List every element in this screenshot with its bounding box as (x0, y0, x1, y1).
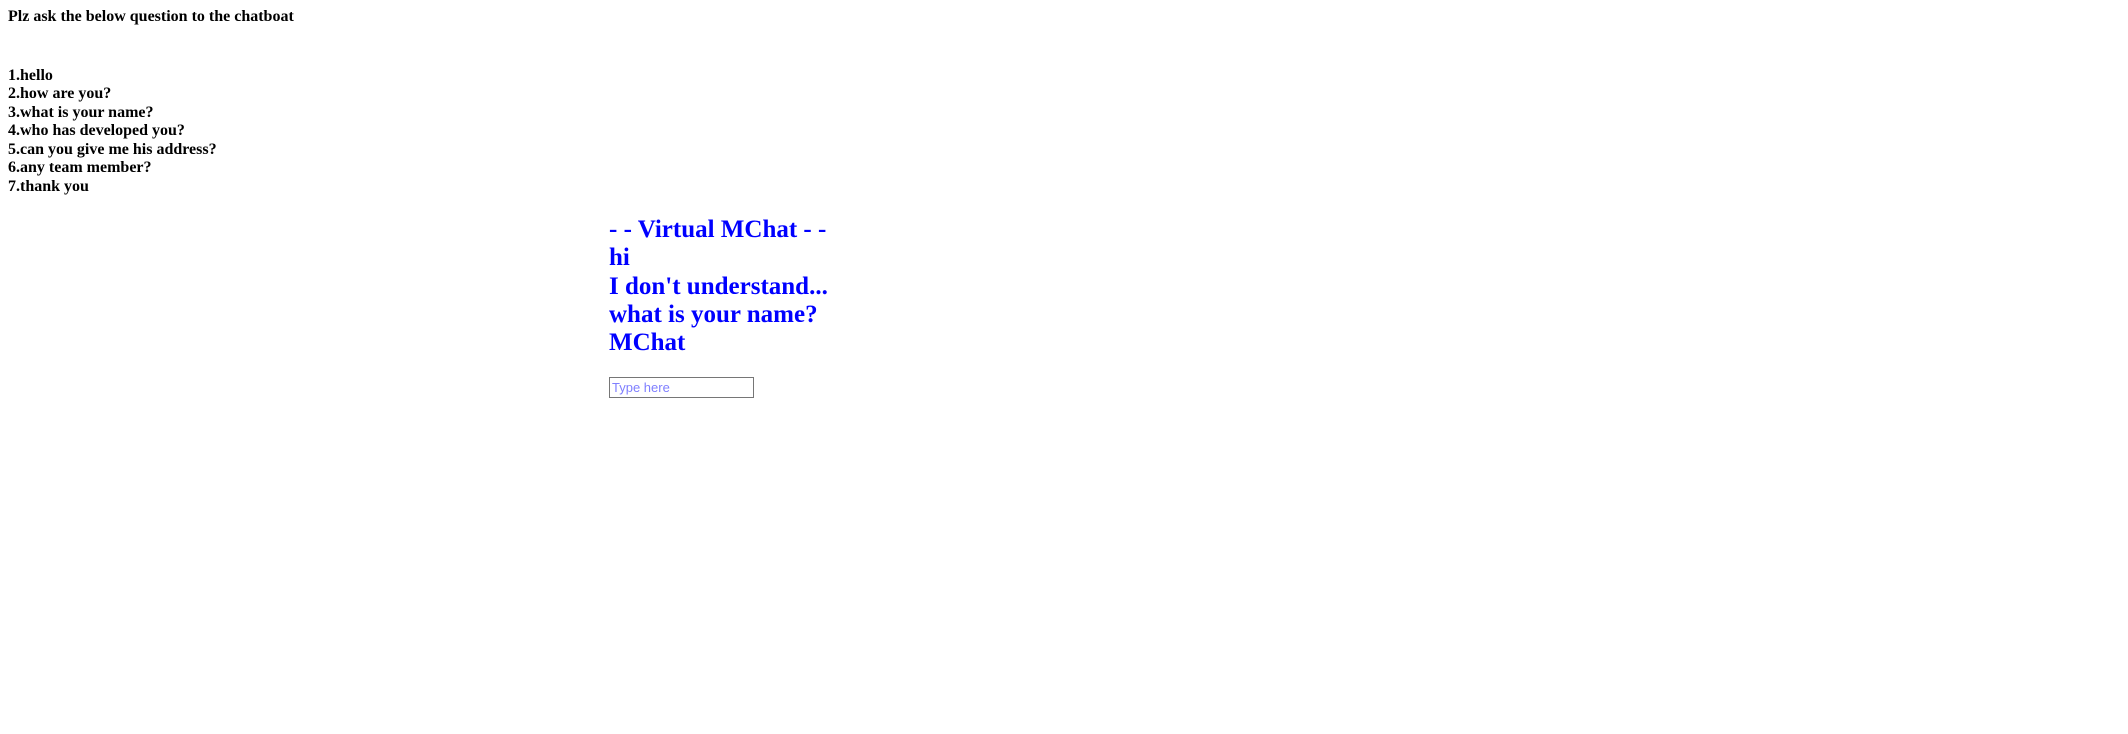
chat-title: - - Virtual MChat - - (609, 216, 827, 243)
question-item: 7.thank you (8, 177, 89, 195)
chat-message: hi (609, 244, 630, 272)
chat-input[interactable] (609, 377, 754, 398)
chat-message: I don't understand... (609, 272, 828, 300)
question-list: 1.hello 2.how are you? 3.what is your na… (8, 67, 294, 197)
chat-message: what is your name? (609, 300, 818, 328)
instructions-panel: Plz ask the below question to the chatbo… (8, 8, 294, 196)
question-item: 3.what is your name? (8, 103, 154, 121)
question-item: 6.any team member? (8, 159, 152, 176)
question-item: 4.who has developed you? (8, 122, 185, 139)
chat-message: MChat (609, 329, 686, 357)
question-item: 1.hello (8, 66, 53, 84)
chat-log: - - Virtual MChat - - hi I don't underst… (609, 216, 828, 357)
question-item: 5.can you give me his address? (8, 140, 217, 158)
instructions-heading: Plz ask the below question to the chatbo… (8, 8, 294, 25)
question-item: 2.how are you? (8, 85, 112, 102)
